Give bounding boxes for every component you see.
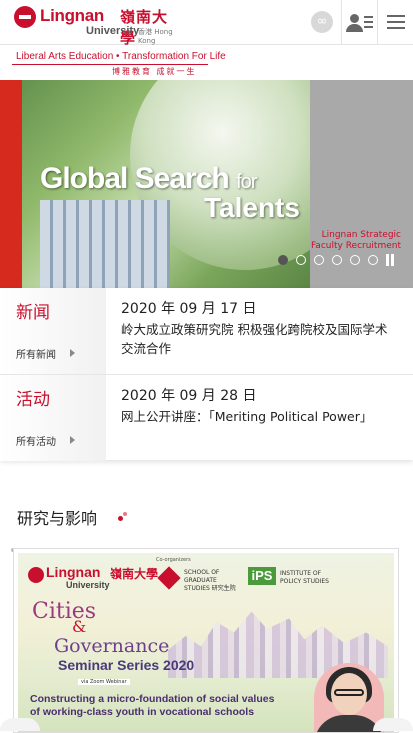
banner-title-line2: Talents [204, 192, 300, 223]
sgs-label: SCHOOL OF GRADUATE STUDIES 研究生院 [184, 569, 236, 592]
poster-logo-chinese: 嶺南大學 [110, 567, 159, 581]
carousel-dot[interactable] [368, 255, 378, 265]
scroll-left-button[interactable] [0, 718, 40, 731]
events-category-label: 活动 [16, 390, 50, 410]
all-events-link[interactable]: 所有活动 [16, 433, 56, 448]
research-decoration-icon [118, 512, 127, 521]
banner-title-line1: Global Search for [40, 162, 257, 195]
link-icon[interactable]: ∞ [311, 11, 333, 33]
ips-label: INSTITUTE OF POLICY STUDIES [280, 570, 329, 585]
logo-university: University [86, 25, 140, 37]
site-header: Lingnan 嶺南大學 University 香港 Hong Kong ∞ [0, 0, 413, 47]
carousel-dot[interactable] [350, 255, 360, 265]
co-organizers-label: Co-organizers [156, 557, 191, 563]
logo-hong-kong: 香港 Hong Kong [138, 28, 173, 45]
events-category-panel: 活动 所有活动 [0, 375, 106, 461]
poster-ampersand: & [72, 617, 87, 636]
poster-cities: Cities [32, 599, 97, 624]
poster-governance: Governance [54, 635, 170, 657]
logo-english: Lingnan [40, 6, 104, 25]
research-section-title: 研究与影响 [17, 509, 98, 528]
banner-subtitle-2: Faculty Recruitment [310, 241, 401, 251]
tagline-english: Liberal Arts Education • Transformation … [16, 51, 226, 62]
events-headline[interactable]: 网上公开讲座：「Meriting Political Power」 [121, 407, 396, 426]
chevron-right-icon [70, 349, 75, 357]
carousel-dot[interactable] [332, 255, 342, 265]
banner-red-strip [0, 80, 22, 288]
pause-icon[interactable] [384, 254, 396, 266]
sgs-logo-icon [157, 566, 181, 590]
carousel-dot[interactable] [278, 255, 288, 265]
hamburger-menu-button[interactable] [377, 0, 413, 44]
tagline: Liberal Arts Education • Transformation … [0, 45, 413, 79]
carousel-dot[interactable] [314, 255, 324, 265]
building-image [40, 200, 170, 288]
news-category-label: 新闻 [16, 303, 50, 323]
seminar-poster: Lingnan 嶺南大學 University Co-organizers SC… [18, 553, 394, 732]
scroll-right-button[interactable] [373, 718, 413, 731]
all-news-link[interactable]: 所有新闻 [16, 346, 56, 361]
poster-via: via Zoom Webinar [78, 679, 130, 685]
news-row[interactable]: 新闻 所有新闻 2020 年 09 月 17 日 岭大成立政策研究院 积极强化跨… [0, 288, 413, 375]
chevron-right-icon [70, 436, 75, 444]
hero-banner[interactable]: Global Search for Talents Lingnan Strate… [0, 80, 413, 288]
news-headline[interactable]: 岭大成立政策研究院 积极强化跨院校及国际学术交流合作 [121, 320, 396, 358]
events-date: 2020 年 09 月 28 日 [121, 388, 257, 404]
banner-subtitle-1: Lingnan Strategic [321, 230, 401, 240]
news-events-card: 新闻 所有新闻 2020 年 09 月 17 日 岭大成立政策研究院 积极强化跨… [0, 288, 413, 461]
tagline-chinese: 博雅教育 成就一生 [112, 67, 197, 76]
news-date: 2020 年 09 月 17 日 [121, 301, 257, 317]
carousel-dot[interactable] [296, 255, 306, 265]
lingnan-logo[interactable]: Lingnan 嶺南大學 University 香港 Hong Kong [14, 6, 174, 47]
poster-logo-english: Lingnan [46, 564, 101, 580]
poster-description: Constructing a micro-foundation of socia… [30, 693, 275, 718]
lingnan-emblem-icon [28, 567, 44, 583]
news-category-panel: 新闻 所有新闻 [0, 288, 106, 374]
ips-logo: iPS [248, 567, 276, 585]
lingnan-emblem-icon [14, 6, 36, 28]
poster-series: Seminar Series 2020 [58, 657, 195, 673]
people-list-button[interactable] [341, 0, 378, 44]
poster-logo-university: University [66, 580, 110, 590]
events-row[interactable]: 活动 所有活动 2020 年 09 月 28 日 网上公开讲座：「Meritin… [0, 375, 413, 461]
speaker-photo [314, 663, 384, 732]
research-card[interactable]: Lingnan 嶺南大學 University Co-organizers SC… [13, 548, 399, 733]
banner-gray-panel [310, 80, 413, 288]
tagline-divider [12, 64, 208, 65]
